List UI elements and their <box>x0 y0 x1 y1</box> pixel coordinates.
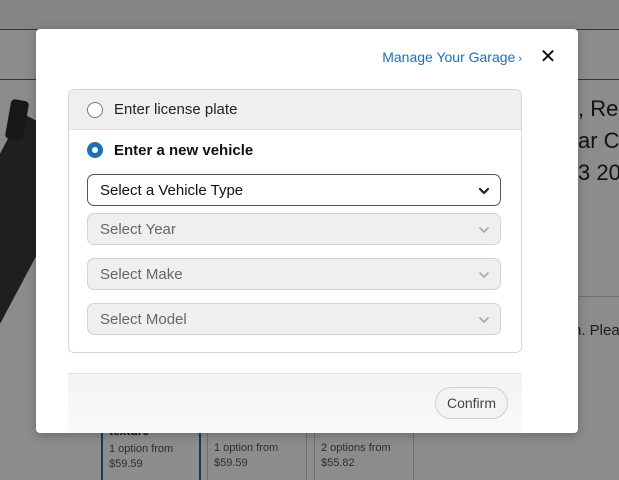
chevron-down-icon <box>479 317 489 323</box>
chevron-down-icon <box>479 227 489 233</box>
chevron-down-icon <box>478 187 490 195</box>
close-icon: ✕ <box>539 46 557 68</box>
year-value: Select Year <box>100 220 176 238</box>
license-plate-radio[interactable] <box>87 101 103 118</box>
confirm-button[interactable]: Confirm <box>435 387 508 419</box>
chevron-right-icon: › <box>518 53 522 65</box>
vehicle-type-select[interactable]: Select a Vehicle Type <box>87 174 501 206</box>
garage-modal: Manage Your Garage › ✕ Enter license plat… <box>36 29 578 433</box>
close-button[interactable]: ✕ <box>538 47 558 67</box>
license-plate-label: Enter license plate <box>114 101 238 118</box>
vehicle-type-value: Select a Vehicle Type <box>100 181 244 199</box>
modal-footer: Confirm <box>68 373 522 433</box>
license-plate-option[interactable]: Enter license plate <box>69 90 521 130</box>
new-vehicle-label: Enter a new vehicle <box>114 141 254 159</box>
make-select[interactable]: Select Make <box>87 258 501 290</box>
model-select[interactable]: Select Model <box>87 303 501 335</box>
confirm-label: Confirm <box>446 395 496 411</box>
year-select[interactable]: Select Year <box>87 213 501 245</box>
chevron-down-icon <box>479 272 489 278</box>
make-value: Select Make <box>100 265 183 283</box>
vehicle-entry-card: Enter license plate Enter a new vehicle … <box>68 89 522 353</box>
new-vehicle-radio[interactable] <box>87 142 103 158</box>
manage-garage-label: Manage Your Garage <box>382 49 516 65</box>
model-value: Select Model <box>100 310 187 328</box>
manage-garage-link[interactable]: Manage Your Garage › <box>382 49 522 65</box>
new-vehicle-option[interactable]: Enter a new vehicle <box>69 130 521 170</box>
